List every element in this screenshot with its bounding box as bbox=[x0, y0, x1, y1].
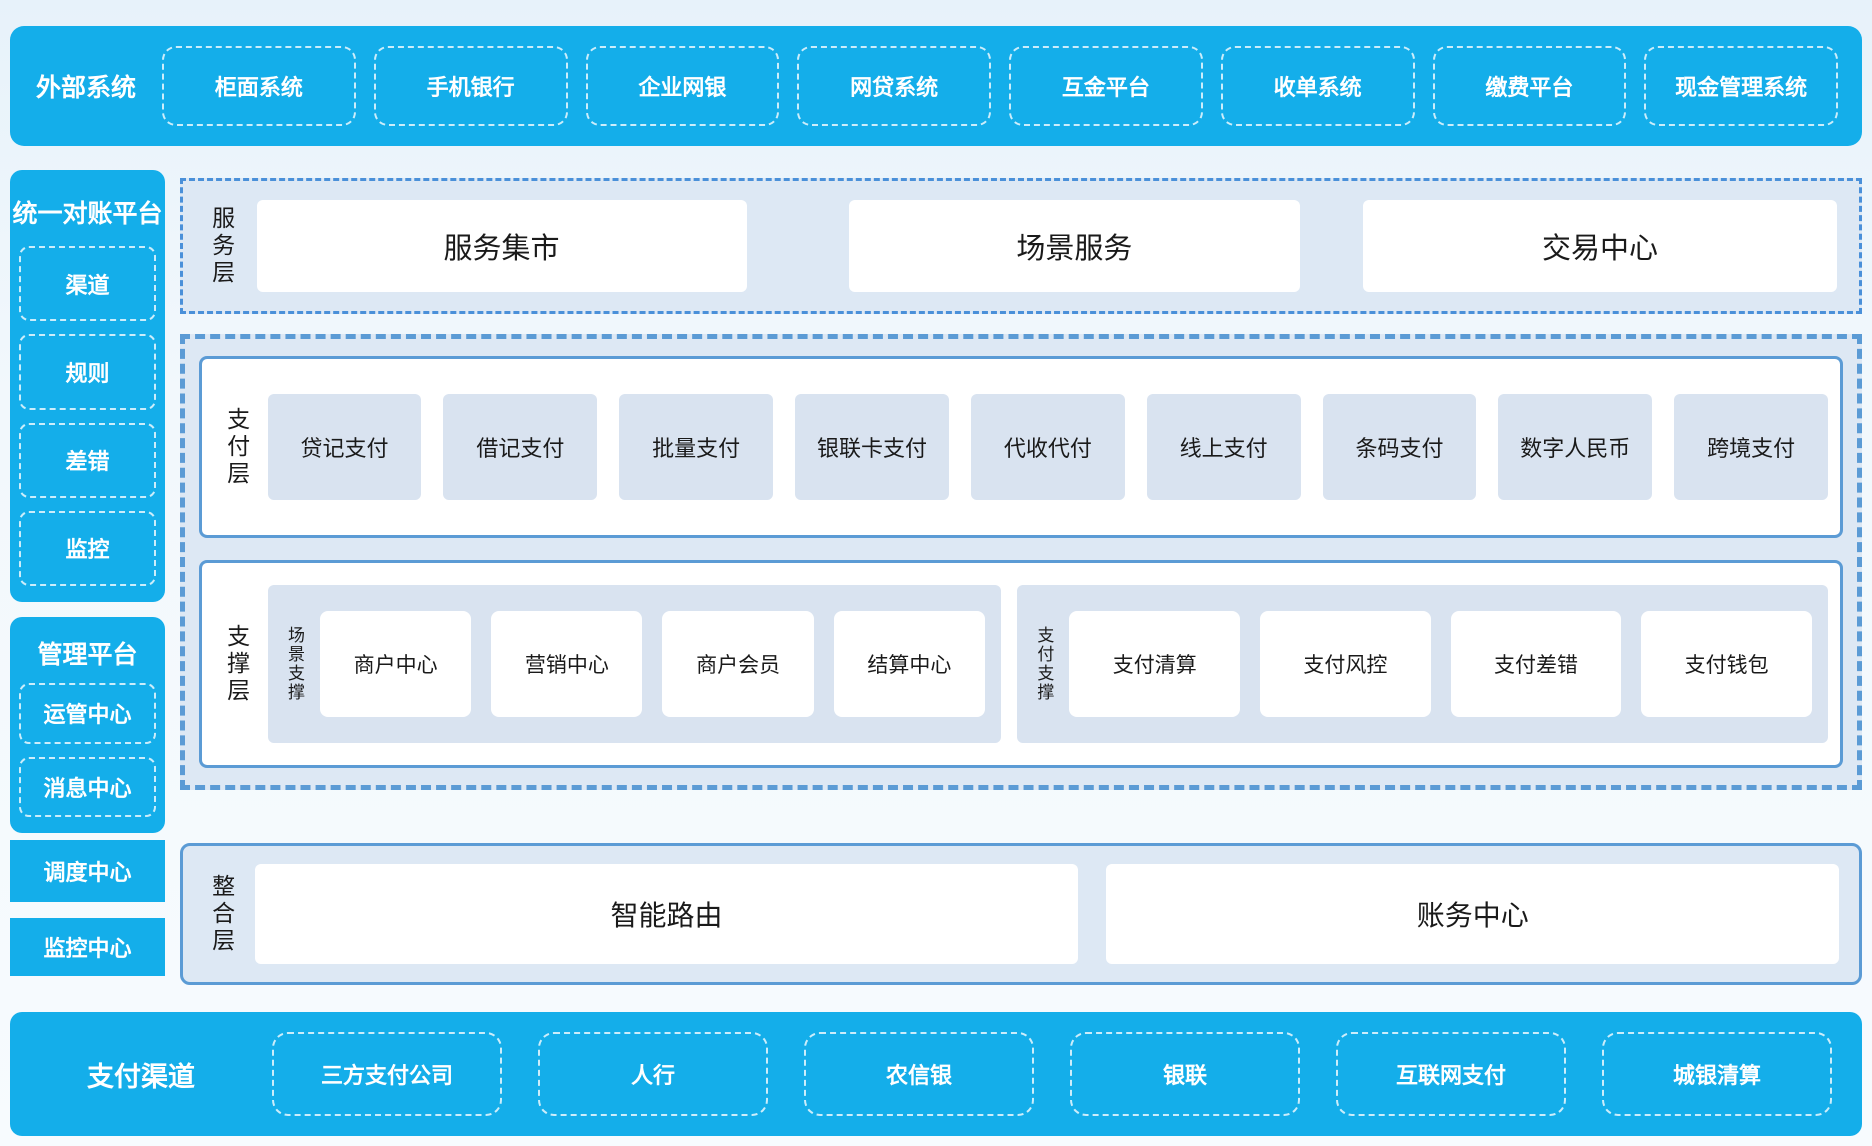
service-layer-section: 服务层 服务集市 场景服务 交易中心 bbox=[180, 178, 1862, 314]
payment-item-batch: 批量支付 bbox=[619, 394, 773, 500]
payment-item-credit: 贷记支付 bbox=[268, 394, 422, 500]
management-platform-items: 运管中心 消息中心 bbox=[10, 683, 165, 833]
payment-support-label: 支付支撑 bbox=[1033, 626, 1053, 702]
support-card-settlement-center: 结算中心 bbox=[834, 611, 985, 717]
service-layer-label: 服务层 bbox=[207, 206, 235, 287]
management-item-message-center: 消息中心 bbox=[19, 757, 156, 818]
payment-item-collection-agency: 代收代付 bbox=[971, 394, 1125, 500]
service-layer-boxes: 服务集市 场景服务 交易中心 bbox=[257, 200, 1837, 292]
channel-item-city-bank-clearing: 城银清算 bbox=[1602, 1032, 1832, 1116]
payment-channels-banner: 支付渠道 三方支付公司 人行 农信银 银联 互联网支付 城银清算 bbox=[10, 1012, 1862, 1136]
payment-item-digital-rmb: 数字人民币 bbox=[1498, 394, 1652, 500]
scenario-support-cards: 商户中心 营销中心 商户会员 结算中心 bbox=[320, 611, 985, 717]
integration-box-accounting-center: 账务中心 bbox=[1106, 864, 1839, 964]
external-systems-title: 外部系统 bbox=[10, 68, 162, 104]
channel-item-pboc: 人行 bbox=[538, 1032, 768, 1116]
support-card-payment-errors: 支付差错 bbox=[1451, 611, 1622, 717]
management-platform-title: 管理平台 bbox=[10, 635, 165, 671]
channel-item-third-party: 三方支付公司 bbox=[272, 1032, 502, 1116]
support-card-merchant-center: 商户中心 bbox=[320, 611, 471, 717]
scheduling-center-block: 调度中心 bbox=[10, 840, 165, 902]
core-layers-wrapper: 支付层 贷记支付 借记支付 批量支付 银联卡支付 代收代付 线上支付 条码支付 … bbox=[180, 334, 1862, 790]
scenario-support-label: 场景支撑 bbox=[284, 626, 304, 702]
external-system-item-internet-finance: 互金平台 bbox=[1009, 46, 1203, 126]
service-box-scenario-service: 场景服务 bbox=[849, 200, 1299, 292]
payment-architecture-diagram: 外部系统 柜面系统 手机银行 企业网银 网贷系统 互金平台 收单系统 缴费平台 … bbox=[0, 0, 1872, 1146]
support-layer-label: 支撑层 bbox=[222, 624, 250, 705]
channel-item-rural-credit: 农信银 bbox=[804, 1032, 1034, 1116]
management-platform-block: 管理平台 运管中心 消息中心 bbox=[10, 617, 165, 833]
external-system-item-acquiring: 收单系统 bbox=[1221, 46, 1415, 126]
management-item-operations-center: 运管中心 bbox=[19, 683, 156, 744]
integration-layer-label: 整合层 bbox=[207, 874, 235, 955]
reconciliation-item-rules: 规则 bbox=[19, 334, 156, 409]
payment-item-debit: 借记支付 bbox=[443, 394, 597, 500]
support-card-marketing-center: 营销中心 bbox=[491, 611, 642, 717]
payment-support-group: 支付支撑 支付清算 支付风控 支付差错 支付钱包 bbox=[1017, 585, 1828, 743]
payment-support-cards: 支付清算 支付风控 支付差错 支付钱包 bbox=[1069, 611, 1812, 717]
payment-item-barcode: 条码支付 bbox=[1323, 394, 1477, 500]
service-box-transaction-center: 交易中心 bbox=[1363, 200, 1837, 292]
support-card-merchant-members: 商户会员 bbox=[662, 611, 813, 717]
channel-item-unionpay: 银联 bbox=[1070, 1032, 1300, 1116]
payment-channels-title: 支付渠道 bbox=[10, 1055, 272, 1094]
reconciliation-item-channel: 渠道 bbox=[19, 246, 156, 321]
reconciliation-platform-title: 统一对账平台 bbox=[10, 194, 165, 230]
payment-item-online: 线上支付 bbox=[1147, 394, 1301, 500]
external-system-item-online-loan: 网贷系统 bbox=[797, 46, 991, 126]
scenario-support-group: 场景支撑 商户中心 营销中心 商户会员 结算中心 bbox=[268, 585, 1001, 743]
external-system-item-corporate-ebank: 企业网银 bbox=[586, 46, 780, 126]
payment-layer-section: 支付层 贷记支付 借记支付 批量支付 银联卡支付 代收代付 线上支付 条码支付 … bbox=[199, 356, 1843, 538]
payment-channels-items: 三方支付公司 人行 农信银 银联 互联网支付 城银清算 bbox=[272, 1032, 1832, 1116]
service-box-service-market: 服务集市 bbox=[257, 200, 747, 292]
support-card-payment-wallet: 支付钱包 bbox=[1641, 611, 1812, 717]
support-layer-section: 支撑层 场景支撑 商户中心 营销中心 商户会员 结算中心 支付支撑 支付清算 支… bbox=[199, 560, 1843, 768]
support-layer-groups: 场景支撑 商户中心 营销中心 商户会员 结算中心 支付支撑 支付清算 支付风控 … bbox=[268, 585, 1828, 743]
external-system-item-mobile-banking: 手机银行 bbox=[374, 46, 568, 126]
reconciliation-platform-items: 渠道 规则 差错 监控 bbox=[10, 246, 165, 602]
reconciliation-platform-block: 统一对账平台 渠道 规则 差错 监控 bbox=[10, 170, 165, 602]
external-systems-items: 柜面系统 手机银行 企业网银 网贷系统 互金平台 收单系统 缴费平台 现金管理系… bbox=[162, 46, 1838, 126]
payment-item-unionpay-card: 银联卡支付 bbox=[795, 394, 949, 500]
payment-layer-items: 贷记支付 借记支付 批量支付 银联卡支付 代收代付 线上支付 条码支付 数字人民… bbox=[268, 394, 1828, 500]
channel-item-internet-payment: 互联网支付 bbox=[1336, 1032, 1566, 1116]
external-systems-banner: 外部系统 柜面系统 手机银行 企业网银 网贷系统 互金平台 收单系统 缴费平台 … bbox=[10, 26, 1862, 146]
external-system-item-cash-management: 现金管理系统 bbox=[1644, 46, 1838, 126]
payment-layer-label: 支付层 bbox=[222, 407, 250, 488]
monitoring-center-block: 监控中心 bbox=[10, 918, 165, 976]
integration-layer-section: 整合层 智能路由 账务中心 bbox=[180, 843, 1862, 985]
support-card-payment-risk-control: 支付风控 bbox=[1260, 611, 1431, 717]
integration-layer-boxes: 智能路由 账务中心 bbox=[255, 864, 1839, 964]
payment-item-cross-border: 跨境支付 bbox=[1674, 394, 1828, 500]
integration-box-smart-routing: 智能路由 bbox=[255, 864, 1079, 964]
reconciliation-item-monitoring: 监控 bbox=[19, 511, 156, 586]
external-system-item-counter: 柜面系统 bbox=[162, 46, 356, 126]
support-card-payment-clearing: 支付清算 bbox=[1069, 611, 1240, 717]
external-system-item-bill-payment: 缴费平台 bbox=[1433, 46, 1627, 126]
reconciliation-item-errors: 差错 bbox=[19, 423, 156, 498]
